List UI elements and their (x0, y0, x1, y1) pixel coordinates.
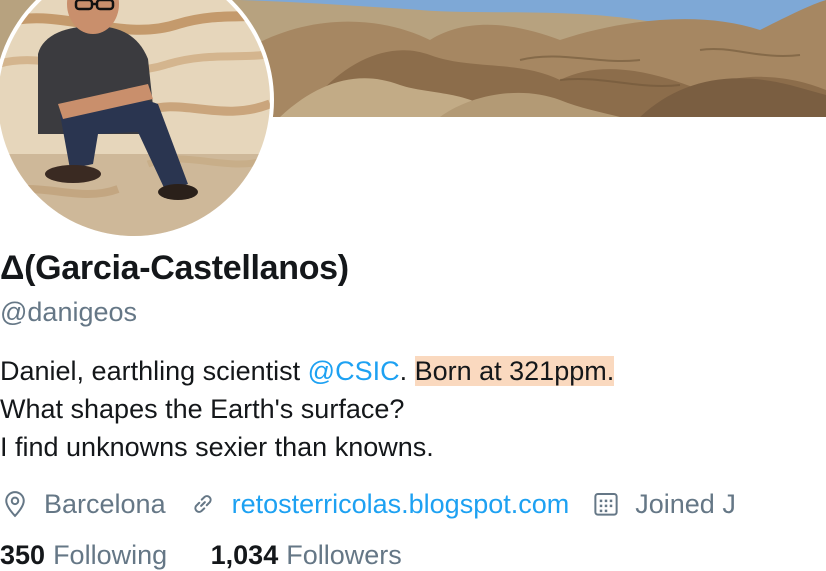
location-pin-icon (5, 491, 25, 518)
following-label: Following (53, 540, 168, 570)
highlighted-text: Born at 321ppm. (414, 356, 615, 386)
joined-item: Joined J (591, 489, 736, 520)
followers-link[interactable]: 1,034 Followers (211, 540, 402, 571)
followers-label: Followers (286, 540, 402, 570)
link-icon (194, 495, 212, 513)
bio-line-1: Daniel, earthling scientist @CSIC. Born … (0, 352, 615, 390)
calendar-icon (594, 493, 618, 516)
following-link[interactable]: 350 Following (0, 540, 167, 571)
bio-line-3: I find unknowns sexier than knowns. (0, 432, 434, 462)
bio-punctuation: . (399, 356, 415, 386)
following-count: 350 (0, 540, 46, 570)
location-text: Barcelona (44, 488, 166, 519)
website-item: retosterricolas.blogspot.com (188, 489, 570, 520)
profile-bio: Daniel, earthling scientist @CSIC. Born … (0, 352, 615, 466)
follow-counts: 350 Following 1,034 Followers (0, 540, 438, 571)
bio-text: Daniel, earthling scientist (0, 356, 308, 386)
mention-link[interactable]: @CSIC (308, 356, 400, 386)
display-name: Δ(Garcia-Castellanos) (0, 249, 349, 287)
joined-text: Joined J (635, 488, 736, 519)
avatar-frame (0, 0, 274, 240)
user-handle: @danigeos (0, 297, 138, 327)
profile-meta: Barcelona retosterricolas.blogspot.com J… (0, 484, 758, 524)
avatar[interactable] (0, 0, 270, 236)
website-link[interactable]: retosterricolas.blogspot.com (232, 489, 570, 520)
location-item: Barcelona (0, 489, 166, 520)
bio-line-2: What shapes the Earth's surface? (0, 394, 405, 424)
followers-count: 1,034 (210, 540, 279, 570)
